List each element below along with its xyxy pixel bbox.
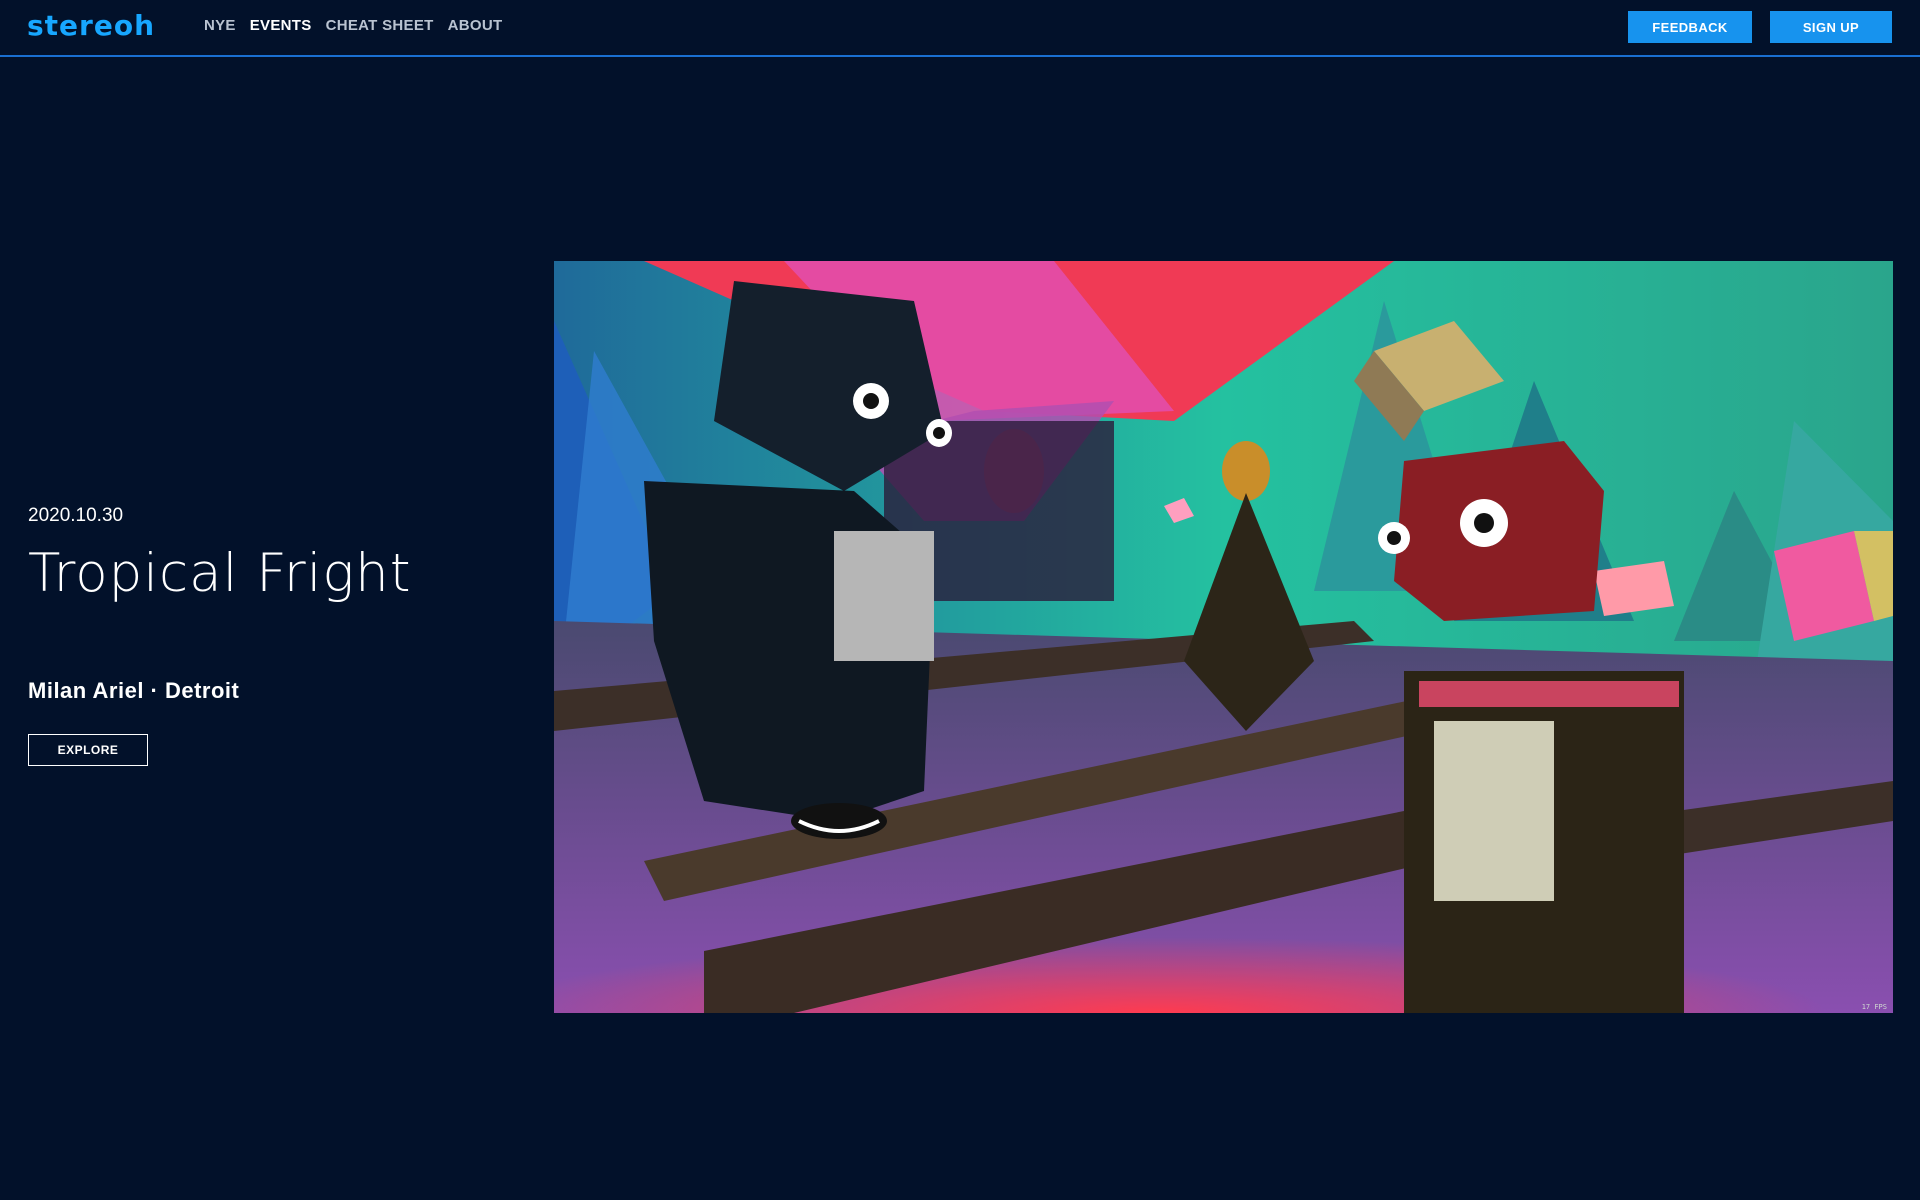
event-subtitle: Milan Ariel · Detroit [28,678,240,703]
scene-illustration [554,261,1893,1013]
nav-item-cheat-sheet[interactable]: CHEAT SHEET [326,17,434,34]
explore-button[interactable]: EXPLORE [28,734,148,766]
nav-item-events[interactable]: EVENTS [250,17,312,34]
nav-item-nye[interactable]: NYE [204,17,236,34]
top-nav-bar: stereoh NYE EVENTS CHEAT SHEET ABOUT FEE… [0,0,1920,57]
sign-up-button[interactable]: SIGN UP [1770,11,1892,43]
nav-item-about[interactable]: ABOUT [448,17,503,34]
fps-counter: 17 FPS [1861,1003,1887,1011]
feedback-button[interactable]: FEEDBACK [1628,11,1752,43]
event-date: 2020.10.30 [28,505,124,526]
main-nav: NYE EVENTS CHEAT SHEET ABOUT [204,17,502,34]
event-3d-scene[interactable]: 17 FPS [554,261,1893,1013]
stereoh-logo[interactable]: stereoh [27,11,155,41]
event-title: Tropical Fright [28,543,412,604]
